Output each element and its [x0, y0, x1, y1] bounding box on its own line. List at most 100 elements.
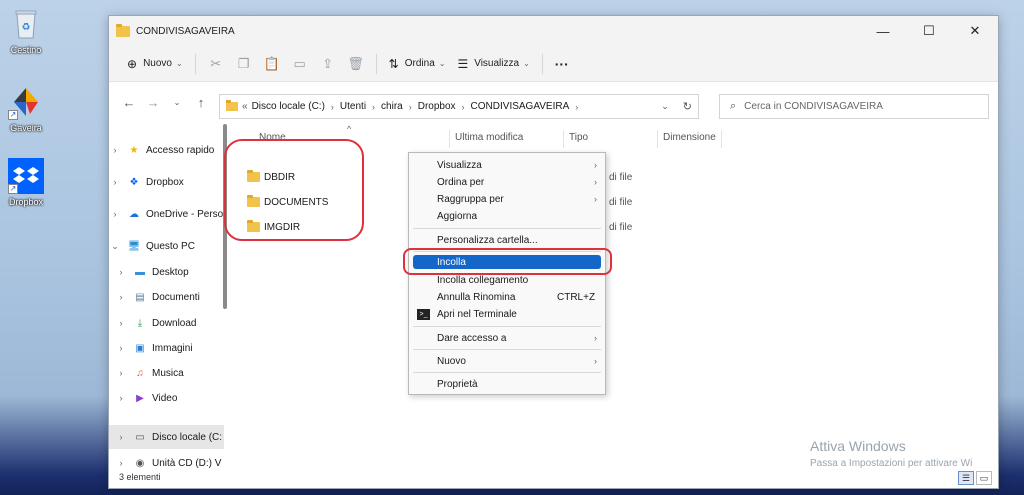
chevron-right-icon[interactable]: › [115, 267, 127, 277]
address-bar[interactable]: « Disco locale (C:) › Utenti › chira › D… [219, 94, 699, 119]
more-options-button[interactable]: ··· [549, 51, 575, 77]
search-icon: ⌕ [730, 100, 737, 112]
chevron-right-icon[interactable]: › [115, 432, 127, 442]
forward-button[interactable]: → [141, 90, 165, 114]
annotation-highlight-paste [403, 248, 612, 275]
chevron-right-icon: › [594, 333, 597, 343]
sidebar-item-documents[interactable]: › ▤ Documenti [109, 285, 224, 309]
sidebar-item-download[interactable]: › ⤓ Download [109, 311, 224, 335]
sort-button-label: Ordina [404, 58, 435, 69]
sidebar-item-pictures[interactable]: › ▣ Immagini [109, 336, 224, 360]
new-button[interactable]: ⊕ Nuovo ⌄ [121, 51, 189, 77]
back-button[interactable]: ← [117, 90, 141, 114]
menu-item-refresh[interactable]: Aggiorna [409, 207, 605, 225]
breadcrumb-overflow[interactable]: « [242, 101, 248, 112]
arrow-left-icon: ← [122, 94, 136, 110]
dropbox-icon: ↗ [8, 158, 44, 194]
chevron-down-icon: ⌄ [175, 59, 183, 68]
column-header-type[interactable]: Tipo [569, 132, 588, 143]
chevron-right-icon[interactable]: › [575, 102, 578, 112]
rename-button[interactable]: ▭ [286, 51, 314, 77]
menu-item-properties[interactable]: Proprietà [409, 375, 605, 393]
maximize-button[interactable]: ☐ [906, 16, 952, 46]
chevron-right-icon[interactable]: › [331, 102, 334, 112]
menu-item-undo-rename[interactable]: Annulla Rinomina CTRL+Z [409, 288, 605, 306]
file-type: di file [609, 172, 633, 183]
sidebar-item-video[interactable]: › ▶ Video [109, 386, 224, 410]
pictures-icon: ▣ [135, 342, 145, 354]
breadcrumb-item[interactable]: CONDIVISAGAVEIRA [471, 101, 570, 112]
computer-icon: 🖥 [127, 240, 141, 252]
chevron-down-icon[interactable]: ⌄ [109, 241, 121, 252]
breadcrumb-item[interactable]: chira [381, 101, 403, 112]
chevron-right-icon[interactable]: › [115, 318, 127, 328]
sidebar-item-quick-access[interactable]: › ★ Accesso rapido [109, 138, 224, 162]
status-item-count: 3 elementi [119, 472, 161, 482]
chevron-right-icon[interactable]: › [372, 102, 375, 112]
menu-item-group-by[interactable]: Raggruppa per › [409, 190, 605, 208]
cut-button[interactable]: ✂ [202, 51, 230, 77]
refresh-icon[interactable]: ↻ [683, 100, 692, 113]
sort-icon: ⇅ [388, 56, 399, 71]
copy-button[interactable]: ❐ [230, 51, 258, 77]
details-view-button[interactable]: ☰ [958, 471, 974, 485]
chevron-right-icon[interactable]: › [109, 177, 121, 187]
chevron-right-icon[interactable]: › [462, 102, 465, 112]
sidebar-item-this-pc[interactable]: ⌄ 🖥 Questo PC [109, 234, 224, 258]
menu-item-view[interactable]: Visualizza › [409, 156, 605, 174]
breadcrumb-item[interactable]: Disco locale (C:) [252, 101, 325, 112]
column-header-size[interactable]: Dimensione [663, 132, 716, 143]
minimize-button[interactable]: — [860, 16, 906, 46]
file-type: di file [609, 197, 633, 208]
chevron-right-icon[interactable]: › [115, 368, 127, 378]
menu-item-label: Proprietà [437, 378, 478, 390]
rename-icon: ▭ [293, 55, 306, 71]
menu-item-customize-folder[interactable]: Personalizza cartella... [409, 231, 605, 249]
tiles-view-button[interactable]: ▭ [976, 471, 992, 485]
menu-item-sort-by[interactable]: Ordina per › [409, 173, 605, 191]
address-history-button[interactable]: ⌄ [661, 101, 669, 112]
sidebar-item-local-disk[interactable]: › ▭ Disco locale (C: [109, 425, 224, 449]
activation-watermark-title: Attiva Windows [810, 438, 906, 454]
share-button[interactable]: ⇪ [314, 51, 342, 77]
file-list: ^ Nome Ultima modifica Tipo Dimensione D… [224, 124, 998, 470]
annotation-circle [224, 139, 364, 241]
title-bar[interactable]: CONDIVISAGAVEIRA — ☐ ✕ [109, 16, 998, 46]
desktop-icon-label: Dropbox [8, 197, 44, 207]
sidebar-item-onedrive[interactable]: › ☁ OneDrive - Perso [109, 202, 224, 226]
menu-item-label: Ordina per [437, 176, 485, 188]
sidebar-item-desktop[interactable]: › ▬ Desktop [109, 260, 224, 284]
delete-button[interactable]: 🗑 [342, 51, 370, 77]
view-button[interactable]: ☰ Visualizza ⌄ [451, 51, 535, 77]
activation-watermark-subtitle: Passa a Impostazioni per attivare Wi [810, 458, 973, 469]
sort-button[interactable]: ⇅ Ordina ⌄ [383, 51, 452, 77]
recent-locations-button[interactable]: ⌄ [165, 90, 189, 114]
column-header-modified[interactable]: Ultima modifica [455, 132, 523, 143]
desktop-icon-label: Cestino [10, 45, 42, 55]
file-type: di file [609, 222, 633, 233]
sidebar-item-label: Download [152, 317, 197, 329]
breadcrumb-item[interactable]: Dropbox [418, 101, 456, 112]
breadcrumb-item[interactable]: Utenti [340, 101, 366, 112]
sidebar-item-dropbox[interactable]: › ❖ Dropbox [109, 170, 224, 194]
chevron-right-icon[interactable]: › [115, 458, 127, 468]
menu-item-give-access[interactable]: Dare accesso a › [409, 329, 605, 347]
desktop-icon-dropbox[interactable]: ↗ Dropbox [4, 158, 48, 207]
desktop-icon-gaveira[interactable]: ↗ Gaveira [4, 84, 48, 133]
paste-button[interactable]: 📋 [258, 51, 286, 77]
close-button[interactable]: ✕ [952, 16, 998, 46]
menu-item-new[interactable]: Nuovo › [409, 352, 605, 370]
chevron-right-icon[interactable]: › [109, 209, 121, 219]
sidebar-item-music[interactable]: › ♫ Musica [109, 361, 224, 385]
up-button[interactable]: ↑ [189, 90, 213, 114]
chevron-right-icon[interactable]: › [109, 145, 121, 155]
chevron-right-icon[interactable]: › [115, 343, 127, 353]
menu-item-open-terminal[interactable]: >_ Apri nel Terminale [409, 305, 605, 323]
chevron-right-icon[interactable]: › [115, 292, 127, 302]
desktop-icon-recycle-bin[interactable]: ♻ Cestino [4, 6, 48, 55]
sidebar-item-cd-drive[interactable]: › ◉ Unità CD (D:) V [109, 451, 224, 470]
sidebar-item-label: Dropbox [146, 176, 184, 188]
chevron-right-icon[interactable]: › [115, 393, 127, 403]
search-input[interactable]: ⌕ Cerca in CONDIVISAGAVEIRA [719, 94, 989, 119]
chevron-right-icon[interactable]: › [409, 102, 412, 112]
